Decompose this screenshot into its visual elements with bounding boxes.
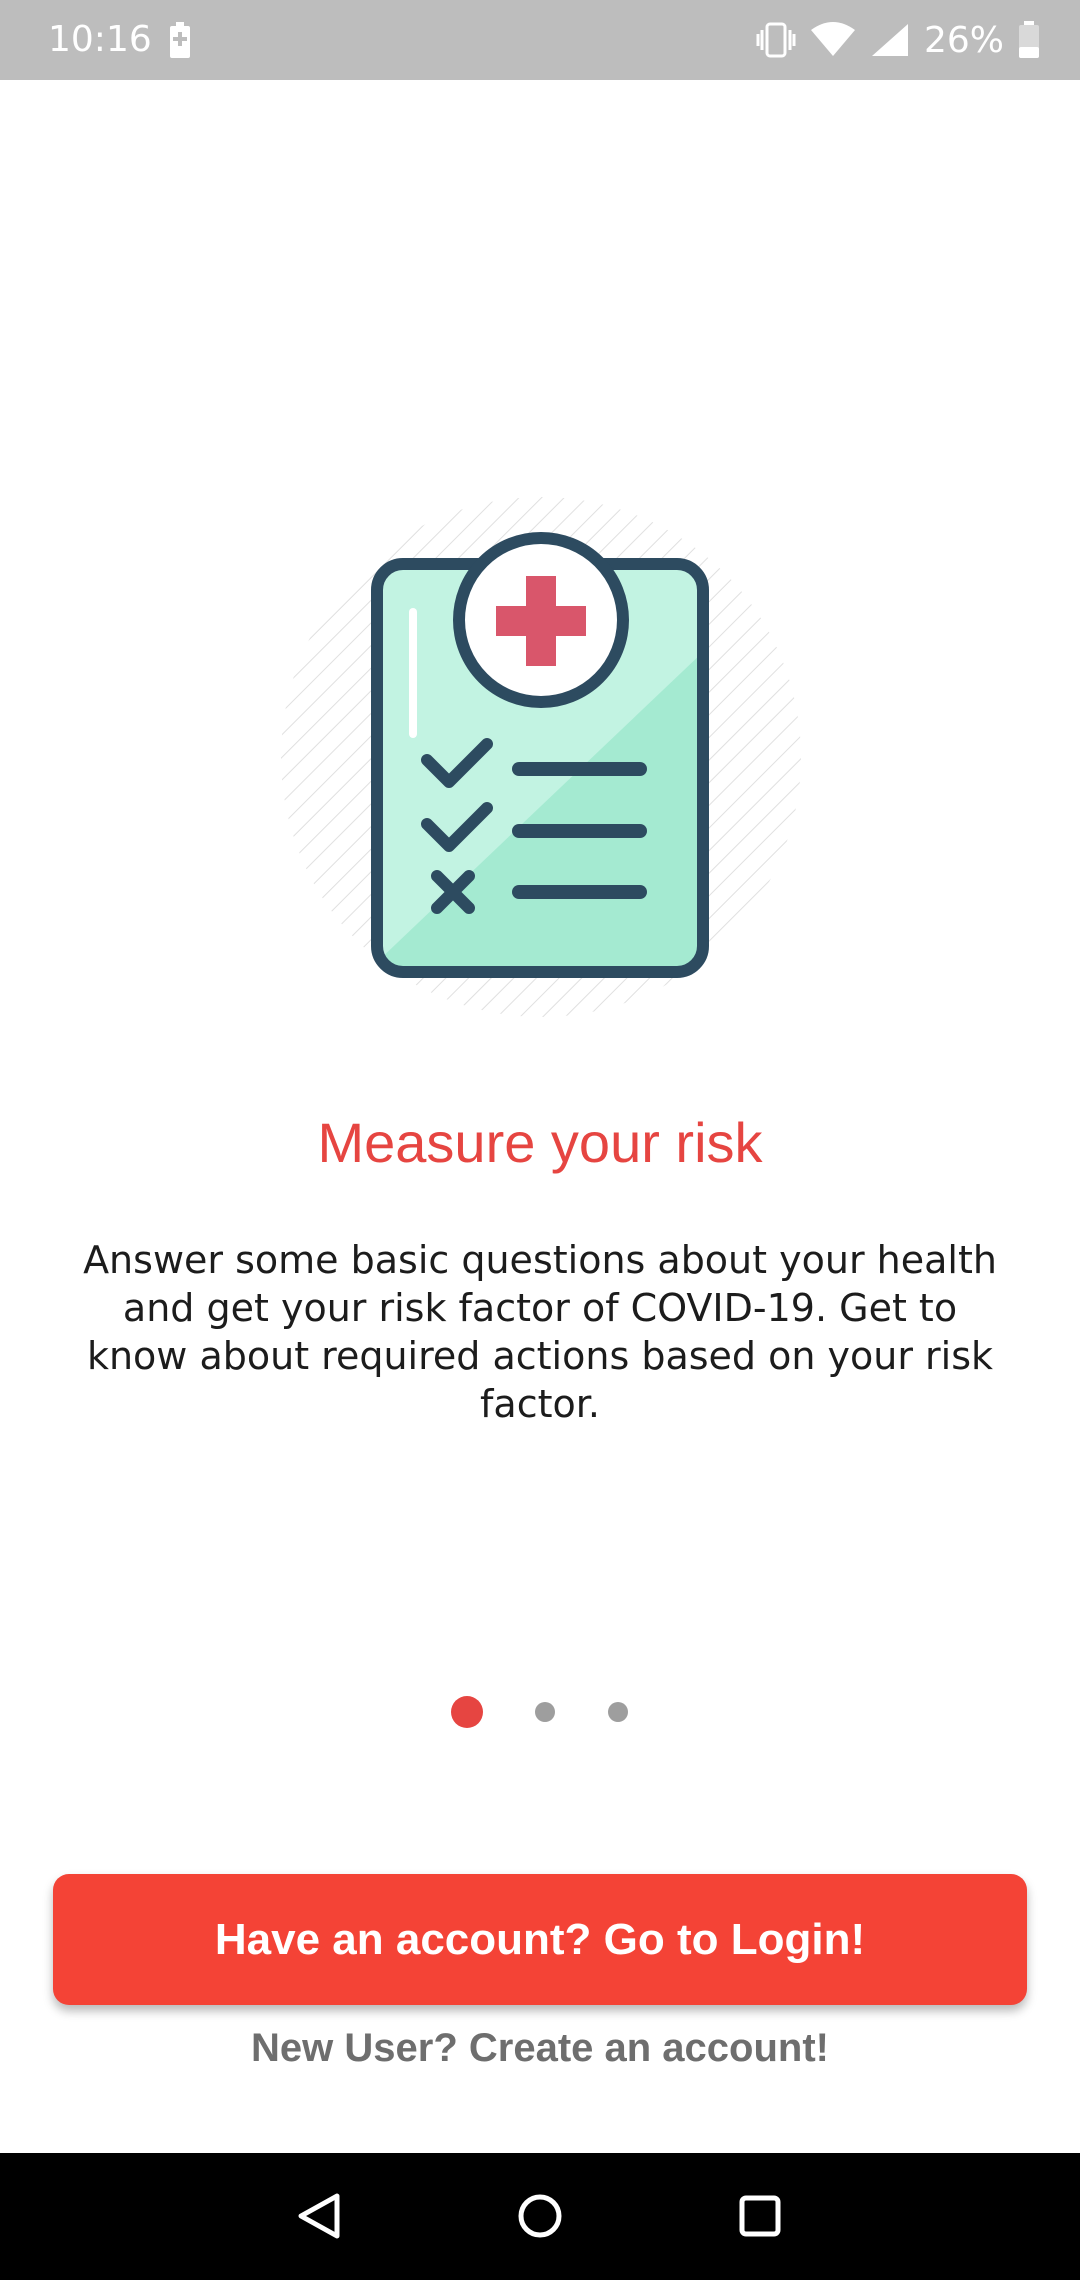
navigation-bar: [0, 2153, 1080, 2280]
page-dot-2[interactable]: [535, 1702, 555, 1722]
status-bar: 10:16 26%: [0, 0, 1080, 80]
login-button[interactable]: Have an account? Go to Login!: [53, 1874, 1027, 2005]
recents-icon[interactable]: [725, 2181, 795, 2251]
battery-charging-icon: [170, 22, 190, 58]
create-account-link[interactable]: New User? Create an account!: [0, 2026, 1080, 2071]
status-time: 10:16: [48, 19, 152, 60]
vibrate-icon: [756, 22, 796, 58]
wifi-icon: [810, 22, 855, 56]
page-description: Answer some basic questions about your h…: [83, 1238, 997, 1426]
page-indicator: [0, 1690, 1080, 1734]
page-dot-1[interactable]: [451, 1696, 483, 1728]
back-icon[interactable]: [285, 2181, 355, 2251]
page-title: Measure your risk: [317, 1111, 763, 1174]
battery-percent: 26%: [923, 19, 1004, 61]
battery-icon: [1019, 21, 1039, 58]
medical-checklist-icon: [281, 497, 801, 1017]
page-dot-3[interactable]: [608, 1702, 628, 1722]
home-icon[interactable]: [505, 2181, 575, 2251]
cell-signal-icon: [871, 24, 908, 56]
